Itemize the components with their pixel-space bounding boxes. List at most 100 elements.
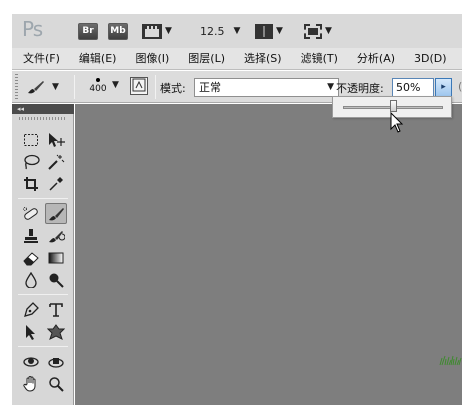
menu-select[interactable]: 选择(S) bbox=[233, 48, 290, 70]
blend-mode-value: 正常 bbox=[199, 81, 221, 94]
eraser-tool[interactable] bbox=[20, 247, 42, 268]
separator bbox=[74, 75, 75, 99]
spot-healing-brush-tool[interactable] bbox=[20, 203, 42, 224]
type-icon bbox=[49, 302, 63, 317]
mode-label: 模式: bbox=[160, 82, 186, 95]
hand-icon bbox=[23, 375, 36, 392]
pen-tool[interactable] bbox=[20, 299, 42, 320]
brush-icon bbox=[49, 207, 64, 220]
opacity-slider-track[interactable] bbox=[343, 100, 443, 112]
gradient-icon bbox=[48, 252, 64, 263]
canvas-image-content bbox=[439, 355, 462, 366]
mouse-cursor-icon bbox=[390, 112, 404, 133]
menu-file[interactable]: 文件(F) bbox=[12, 48, 68, 70]
bridge-button[interactable]: Br bbox=[78, 23, 98, 40]
menu-3d[interactable]: 3D(D) bbox=[403, 48, 455, 70]
eyedropper-tool[interactable] bbox=[45, 173, 67, 194]
opacity-field[interactable]: 50% bbox=[392, 78, 434, 97]
opacity-slider-button[interactable]: ▸ bbox=[435, 78, 452, 97]
zoom-level-dropdown[interactable]: 12.5 ▼ bbox=[200, 20, 240, 42]
zoom-level-value: 12.5 bbox=[200, 24, 225, 38]
menu-filter[interactable]: 滤镜(T) bbox=[290, 48, 346, 70]
3d-orbit-icon bbox=[48, 357, 64, 368]
3d-rotate-tool[interactable] bbox=[20, 351, 42, 372]
lasso-tool[interactable] bbox=[20, 151, 42, 172]
screen-mode-button[interactable]: ▼ bbox=[304, 20, 332, 42]
history-brush-tool[interactable] bbox=[45, 225, 67, 246]
rectangular-marquee-tool[interactable] bbox=[20, 129, 42, 150]
eraser-icon bbox=[23, 251, 39, 265]
brush-size-value: 400 bbox=[89, 84, 107, 94]
view-extras-icon bbox=[142, 23, 162, 39]
collapse-panel-icon: ◂◂ bbox=[17, 105, 25, 113]
arrange-documents-icon bbox=[255, 23, 273, 39]
menu-edit[interactable]: 编辑(E) bbox=[68, 48, 125, 70]
spot-healing-icon bbox=[23, 206, 38, 220]
brush-tip-icon bbox=[96, 78, 100, 82]
history-brush-icon bbox=[49, 230, 65, 242]
menu-view[interactable]: 视 bbox=[455, 48, 462, 70]
eyedropper-icon bbox=[49, 176, 63, 191]
zoom-tool[interactable] bbox=[45, 373, 67, 394]
tools-panel bbox=[12, 114, 74, 405]
menu-analysis[interactable]: 分析(A) bbox=[346, 48, 403, 70]
separator bbox=[155, 75, 156, 99]
gradient-tool[interactable] bbox=[45, 247, 67, 268]
crop-tool[interactable] bbox=[20, 173, 42, 194]
blur-tool[interactable] bbox=[20, 269, 42, 290]
chevron-down-icon: ▼ bbox=[327, 82, 334, 92]
brush-tool[interactable] bbox=[45, 203, 67, 224]
screen-mode-icon bbox=[304, 23, 322, 39]
custom-shape-tool[interactable] bbox=[45, 321, 67, 342]
magic-wand-tool[interactable] bbox=[45, 151, 67, 172]
arrange-documents-button[interactable]: ▼ bbox=[255, 20, 283, 42]
mini-bridge-button[interactable]: Mb bbox=[108, 23, 128, 40]
options-bar-grip[interactable] bbox=[15, 74, 18, 100]
dodge-tool[interactable] bbox=[45, 269, 67, 290]
clone-stamp-tool[interactable] bbox=[20, 225, 42, 246]
application-bar: Ps Br Mb ▼ 12.5 ▼ ▼ ▼ bbox=[12, 14, 462, 50]
menu-bar: 文件(F) 编辑(E) 图像(I) 图层(L) 选择(S) 滤镜(T) 分析(A… bbox=[12, 48, 462, 70]
menu-layer[interactable]: 图层(L) bbox=[177, 48, 233, 70]
opacity-label: 不透明度: bbox=[336, 82, 384, 95]
crop-icon bbox=[24, 176, 38, 191]
chevron-down-icon: ▼ bbox=[52, 82, 59, 92]
path-selection-tool[interactable] bbox=[20, 321, 42, 342]
photoshop-logo: Ps bbox=[22, 17, 43, 41]
chevron-down-icon[interactable]: ▼ bbox=[112, 80, 119, 90]
toggle-brush-panel-button[interactable] bbox=[130, 77, 148, 95]
brush-icon bbox=[28, 81, 44, 94]
lasso-icon bbox=[24, 154, 40, 169]
blur-icon bbox=[25, 271, 37, 288]
custom-shape-icon bbox=[47, 323, 65, 340]
tool-preset-picker[interactable]: ▼ bbox=[26, 76, 66, 98]
chevron-down-icon: ▼ bbox=[233, 26, 241, 36]
toolbox-divider bbox=[18, 294, 68, 295]
menu-image[interactable]: 图像(I) bbox=[124, 48, 177, 70]
pen-icon bbox=[24, 301, 39, 317]
arrow-right-icon: ▸ bbox=[441, 82, 446, 92]
brush-preset-picker[interactable]: 400 bbox=[84, 74, 112, 100]
chevron-down-icon: ▼ bbox=[165, 26, 172, 36]
document-canvas[interactable] bbox=[75, 104, 462, 405]
clone-stamp-icon bbox=[24, 228, 38, 243]
tools-panel-header[interactable]: ◂◂ bbox=[12, 104, 74, 114]
3d-orbit-tool[interactable] bbox=[45, 351, 67, 372]
type-tool[interactable] bbox=[45, 299, 67, 320]
3d-rotate-icon bbox=[23, 356, 39, 367]
move-tool[interactable] bbox=[45, 129, 67, 150]
toolbox-divider bbox=[18, 346, 68, 347]
toolbox-divider bbox=[18, 198, 68, 199]
tools-panel-grip[interactable] bbox=[19, 117, 65, 120]
magic-wand-icon bbox=[48, 154, 65, 170]
zoom-icon bbox=[49, 376, 64, 392]
view-extras-button[interactable]: ▼ bbox=[142, 20, 172, 42]
chevron-down-icon: ▼ bbox=[325, 26, 332, 36]
brush-panel-icon bbox=[132, 78, 146, 92]
path-selection-icon bbox=[26, 324, 35, 340]
move-icon bbox=[49, 132, 65, 147]
opacity-slider-thumb[interactable] bbox=[389, 100, 397, 112]
blend-mode-select[interactable]: 正常 ▼ bbox=[194, 78, 339, 97]
truncated-option: ( bbox=[458, 80, 462, 93]
hand-tool[interactable] bbox=[20, 373, 42, 394]
